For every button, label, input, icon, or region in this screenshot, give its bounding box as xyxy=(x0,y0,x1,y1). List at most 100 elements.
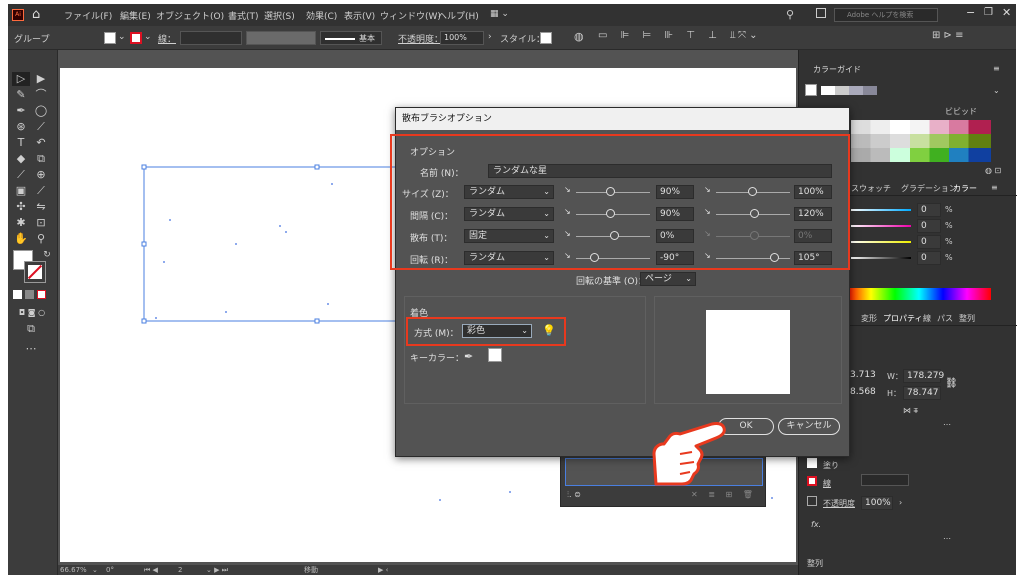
restore-icon[interactable]: ❐ xyxy=(984,7,993,18)
more-tools-icon[interactable]: ⋯ xyxy=(22,342,40,356)
artboard-number[interactable]: 2 xyxy=(178,565,182,575)
slider-cyan[interactable] xyxy=(851,209,911,211)
selection-tool-icon[interactable]: ▷ xyxy=(12,72,30,86)
scale-tool-icon[interactable]: ⧉ xyxy=(32,152,50,166)
status-arrow-icons[interactable]: ▶ ‹ xyxy=(378,565,388,575)
menu-select[interactable]: 選択(S) xyxy=(264,9,295,22)
drawing-mode-icons[interactable]: ◘ ◙ ○ xyxy=(12,306,52,320)
menu-file[interactable]: ファイル(F) xyxy=(64,9,112,22)
flip-icons[interactable]: ⋈ ⩨ xyxy=(903,406,918,416)
symbol-sprayer-tool-icon[interactable]: ✣ xyxy=(12,200,30,214)
tab-pathfinder[interactable]: パス xyxy=(937,313,953,324)
rotation-value[interactable]: 0° xyxy=(106,565,114,575)
stroke-dropdown-icon[interactable]: ⌄ xyxy=(144,32,152,42)
opacity-panel-field[interactable]: 100% xyxy=(861,496,893,510)
type-tool-icon[interactable]: T xyxy=(12,136,30,150)
cancel-button[interactable]: キャンセル xyxy=(778,418,840,435)
direct-selection-tool-icon[interactable]: ▶ xyxy=(32,72,50,86)
menu-window[interactable]: ウィンドウ(W) xyxy=(380,9,441,22)
menu-edit[interactable]: 編集(E) xyxy=(120,9,151,22)
color-spectrum-bar[interactable] xyxy=(847,288,991,300)
opacity-field[interactable]: 100% xyxy=(440,31,484,45)
tab-color[interactable]: カラー xyxy=(953,183,977,194)
variable-width-field[interactable] xyxy=(246,31,316,45)
opacity-arrow-icon[interactable]: › xyxy=(899,498,902,507)
yellow-value[interactable]: 0 xyxy=(917,235,941,249)
zoom-level[interactable]: 66.67% xyxy=(60,565,87,575)
color-guide-grid-row3[interactable] xyxy=(851,148,991,162)
tab-swatches[interactable]: スウォッチ xyxy=(851,183,891,194)
y-position-field[interactable]: 8.568 xyxy=(847,386,879,400)
undo-tool-icon[interactable]: ↶ xyxy=(32,136,50,150)
swap-colors-icon[interactable]: ↻ xyxy=(38,248,56,262)
color-panel-menu-icon[interactable]: ≡ xyxy=(991,183,998,192)
arrange-documents-icon[interactable] xyxy=(816,8,826,18)
mesh-tool-icon[interactable]: ⟋ xyxy=(32,184,50,198)
constrain-proportions-icon[interactable]: ⛓ xyxy=(945,378,958,389)
panel-tab-color-guide[interactable]: カラーガイド xyxy=(813,64,861,75)
color-guide-actions-icons[interactable]: ◍ ⊡ xyxy=(985,166,1001,175)
fill-swatch[interactable] xyxy=(104,32,116,44)
menu-object[interactable]: オブジェクト(O) xyxy=(156,9,224,22)
tab-stroke[interactable]: 線 xyxy=(923,313,931,324)
current-color-swatch[interactable] xyxy=(805,84,817,96)
harmony-colors-strip[interactable] xyxy=(821,86,877,95)
zoom-tool-icon[interactable]: ⚲ xyxy=(32,232,50,246)
menu-effect[interactable]: 効果(C) xyxy=(306,9,337,22)
close-icon[interactable]: ✕ xyxy=(1002,6,1011,19)
blend-tool-icon[interactable]: ⇋ xyxy=(32,200,50,214)
more-appearance-icon[interactable]: ⋯ xyxy=(943,534,951,543)
workspace-switcher-icon[interactable]: ▦ ⌄ xyxy=(490,9,509,19)
stroke-weight-field[interactable] xyxy=(180,31,242,45)
opacity-arrow-icon[interactable]: › xyxy=(488,32,492,42)
blob-brush-tool-icon[interactable]: ✒ xyxy=(12,104,30,118)
transform-icon[interactable]: ⤧ ⌄ xyxy=(738,30,758,41)
pen-tool-icon[interactable]: ✎ xyxy=(12,88,30,102)
more-options-icon[interactable]: ⋯ xyxy=(943,420,951,429)
eyedropper-tool-icon[interactable]: ⟋ xyxy=(12,168,30,182)
panel-menu-icon[interactable]: ≡ xyxy=(993,64,1000,73)
fill-dropdown-icon[interactable]: ⌄ xyxy=(118,32,126,42)
color-mode-icons[interactable] xyxy=(13,290,53,300)
recolor-icon[interactable]: ◍ xyxy=(574,30,584,43)
stroke-weight-panel-field[interactable] xyxy=(861,474,909,486)
magenta-value[interactable]: 0 xyxy=(917,219,941,233)
fx-label[interactable]: fx. xyxy=(811,520,821,529)
cyan-value[interactable]: 0 xyxy=(917,203,941,217)
brush-library-icons[interactable]: ⫶. ⊜ xyxy=(567,490,581,500)
paint-bucket-tool-icon[interactable]: ◆ xyxy=(12,152,30,166)
slider-magenta[interactable] xyxy=(851,225,911,227)
key-color-swatch[interactable] xyxy=(488,348,502,362)
home-icon[interactable]: ⌂ xyxy=(32,7,40,22)
artboard-nav-next-icons[interactable]: ⌄ ▶ ⏭ xyxy=(206,565,228,575)
harmony-dropdown-icon[interactable]: ⌄ xyxy=(993,86,1000,95)
rotation-basis-dropdown[interactable]: ページ ⌄ xyxy=(640,272,696,286)
pin-tool-icon[interactable]: ✱ xyxy=(12,216,30,230)
width-field[interactable]: 178.279 xyxy=(903,369,944,383)
x-position-field[interactable]: 3.713 xyxy=(847,369,879,383)
key-color-eyedropper-icon[interactable]: ✒ xyxy=(464,350,473,363)
help-search-input[interactable]: Adobe ヘルプを検索 xyxy=(834,8,938,22)
color-guide-grid-row2[interactable] xyxy=(851,134,991,148)
screen-mode-icon[interactable]: ⧉ xyxy=(22,322,40,336)
shape-builder-tool-icon[interactable]: ⊕ xyxy=(32,168,50,182)
zoom-dropdown-icon[interactable]: ⌄ xyxy=(92,565,98,575)
search-icon[interactable]: ⚲ xyxy=(786,8,794,21)
gradient-tool-icon[interactable]: ▣ xyxy=(12,184,30,198)
opacity-label[interactable]: 不透明度： xyxy=(398,32,443,45)
ellipse-tool-icon[interactable]: ◯ xyxy=(32,104,50,118)
graphic-style-swatch[interactable] xyxy=(540,32,552,44)
minimize-icon[interactable]: − xyxy=(966,6,975,19)
tab-gradient[interactable]: グラデーション xyxy=(901,183,957,194)
menu-view[interactable]: 表示(V) xyxy=(344,9,375,22)
tab-properties[interactable]: プロパティ xyxy=(883,313,923,324)
isolate-icon[interactable]: ⊞ ⊳ ≡ xyxy=(932,30,964,41)
slider-yellow[interactable] xyxy=(851,241,911,243)
brush-panel-action-icons[interactable]: ✕ ≣ ⊞ 🗑 xyxy=(691,490,757,499)
artboard-tool-icon[interactable]: ⊡ xyxy=(32,216,50,230)
tab-align[interactable]: 整列 xyxy=(959,313,975,324)
pencil-tool-icon[interactable]: ⟋ xyxy=(32,120,50,134)
brush-definition-dropdown[interactable]: 基本 xyxy=(320,31,382,45)
stroke-label[interactable]: 線 xyxy=(823,478,831,489)
menu-help[interactable]: ヘルプ(H) xyxy=(438,9,479,22)
